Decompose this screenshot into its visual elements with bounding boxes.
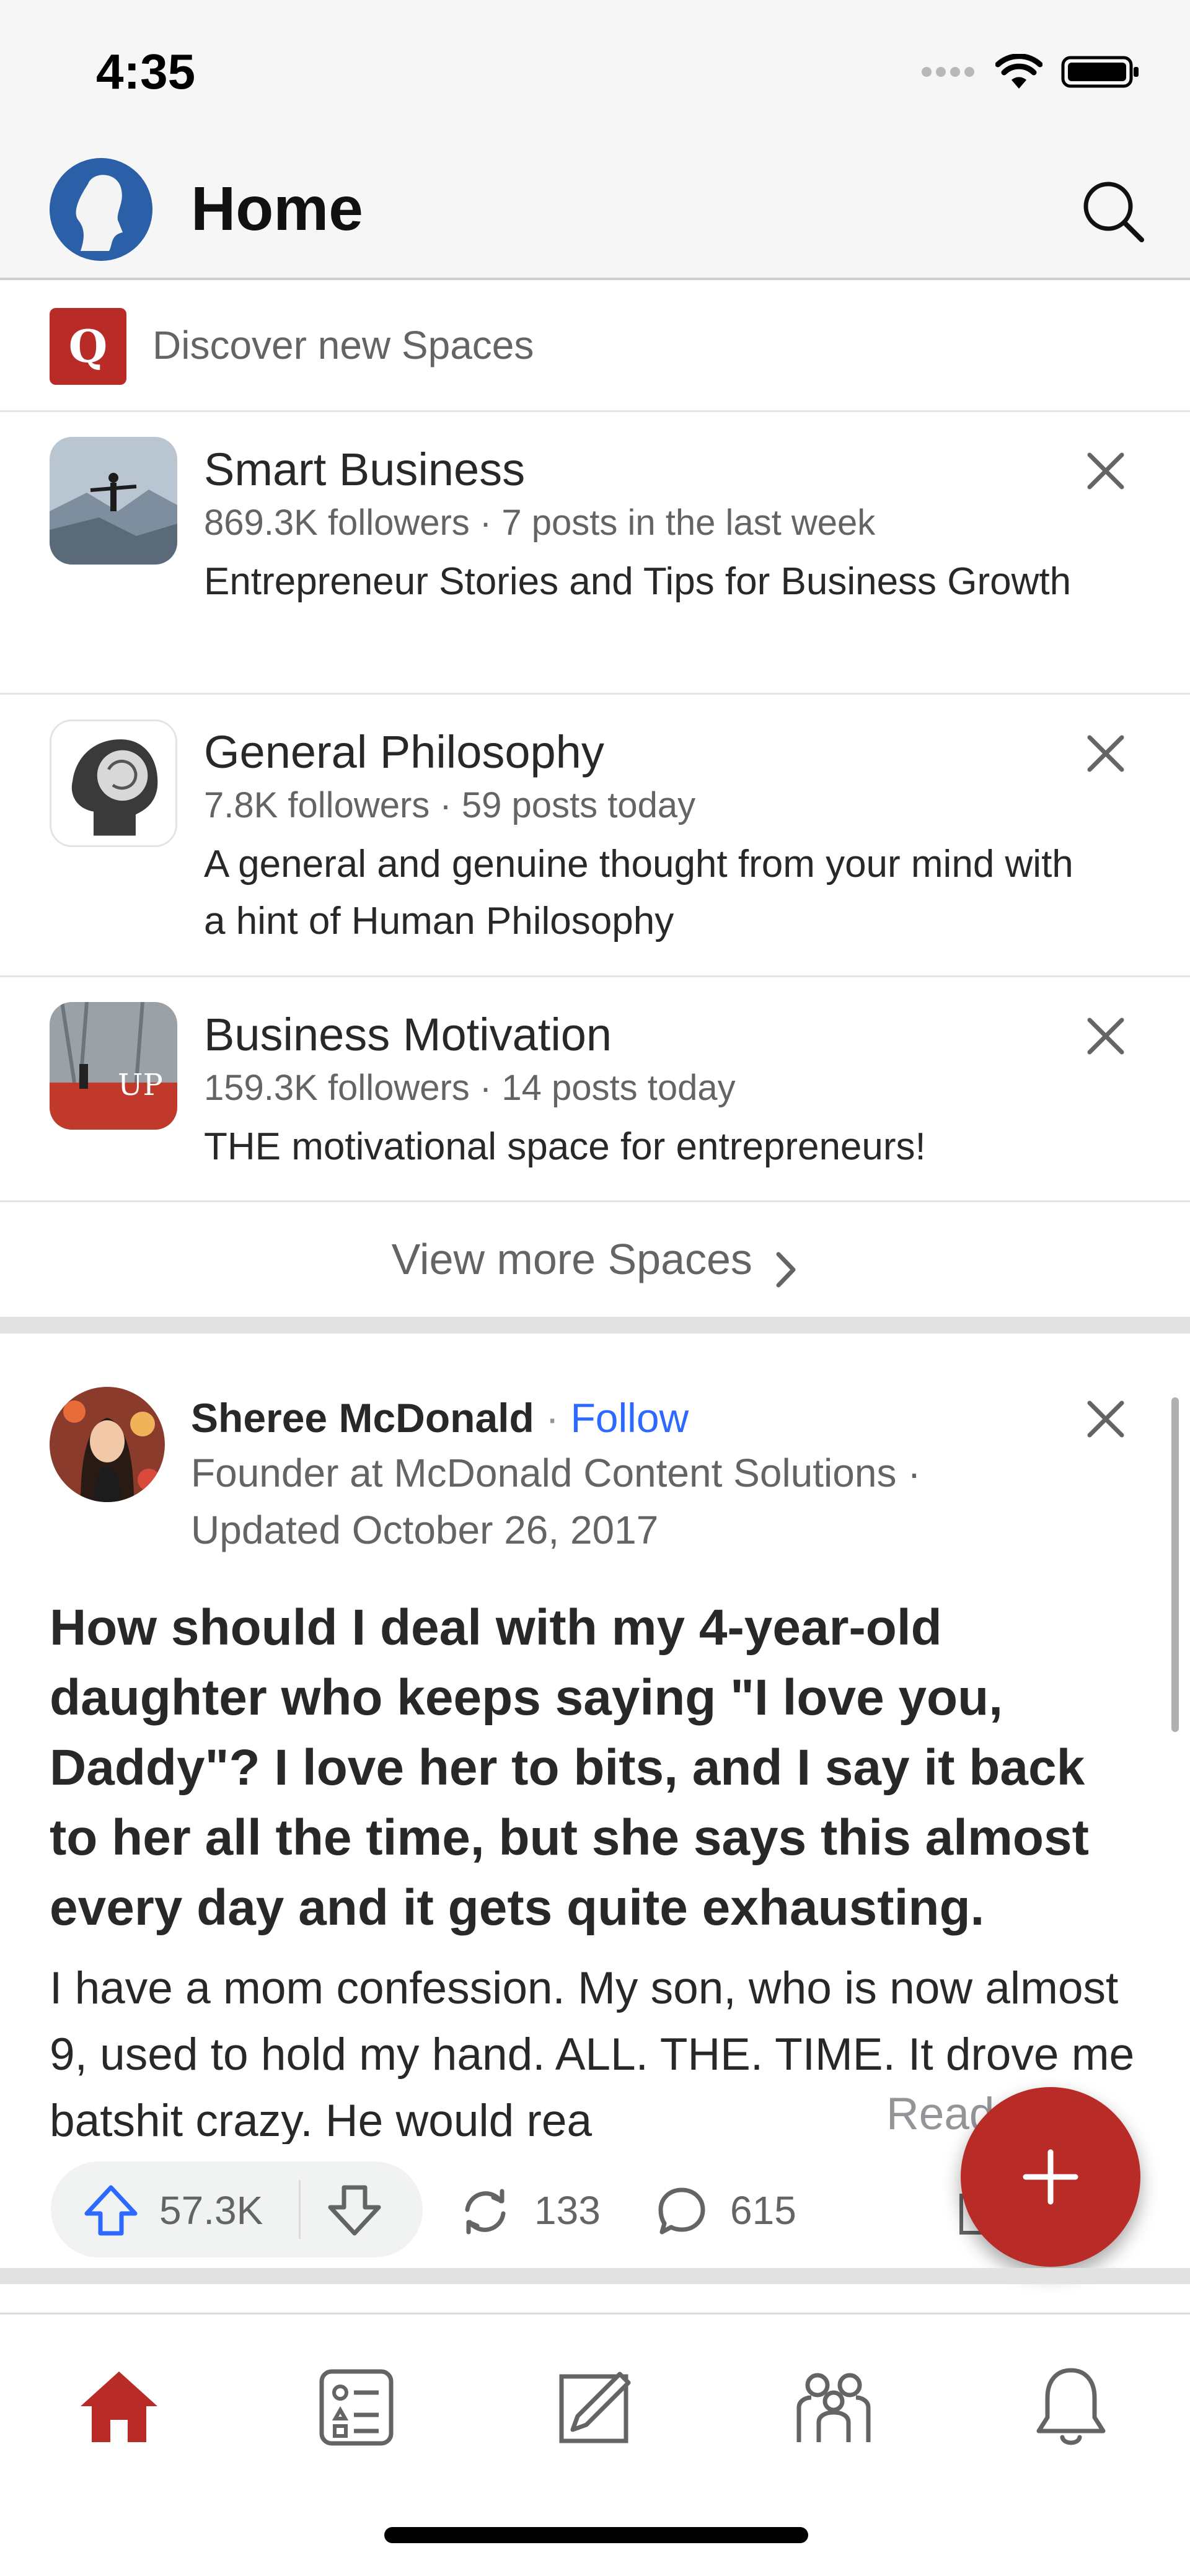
author-line: Sheree McDonald · Follow bbox=[191, 1394, 689, 1441]
separator-dot: · bbox=[534, 1395, 571, 1441]
home-indicator[interactable] bbox=[384, 2527, 808, 2543]
space-description: Entrepreneur Stories and Tips for Busine… bbox=[204, 560, 1072, 603]
upvote-count: 57.3K bbox=[159, 2188, 263, 2233]
signal-icon bbox=[921, 66, 977, 81]
post-updated-date: Updated October 26, 2017 bbox=[191, 1508, 659, 1552]
view-more-spaces-button[interactable]: View more Spaces bbox=[0, 1202, 1190, 1317]
close-icon[interactable] bbox=[1081, 1394, 1130, 1444]
space-thumbnail: UP bbox=[50, 1002, 177, 1130]
space-thumb-text: UP bbox=[118, 1068, 163, 1102]
vote-divider bbox=[299, 2180, 301, 2239]
section-divider bbox=[0, 2268, 1190, 2284]
comment-count: 615 bbox=[730, 2188, 796, 2233]
nav-notifications-icon[interactable] bbox=[1021, 2358, 1121, 2457]
space-description: THE motivational space for entrepreneurs… bbox=[204, 1125, 926, 1168]
discover-spaces-label: Discover new Spaces bbox=[152, 323, 534, 367]
close-icon[interactable] bbox=[1081, 1011, 1130, 1061]
space-item[interactable]: Smart Business 869.3K followers · 7 post… bbox=[0, 412, 1190, 695]
space-description: A general and genuine thought from your … bbox=[204, 843, 1073, 943]
space-meta: 7.8K followers · 59 posts today bbox=[204, 785, 696, 825]
vote-pill: 57.3K bbox=[51, 2161, 423, 2257]
quora-logo-icon: Q bbox=[50, 308, 126, 385]
space-thumbnail bbox=[50, 437, 177, 565]
space-meta: 159.3K followers · 14 posts today bbox=[204, 1068, 736, 1108]
status-bar: 4:35 bbox=[0, 0, 1190, 143]
status-icons bbox=[921, 48, 1140, 98]
space-thumbnail bbox=[50, 719, 177, 847]
page-title: Home bbox=[191, 174, 363, 244]
space-name[interactable]: Business Motivation bbox=[204, 1008, 612, 1061]
wifi-icon bbox=[995, 53, 1043, 93]
scrollbar[interactable] bbox=[1171, 1397, 1179, 1732]
share-icon[interactable] bbox=[457, 2184, 513, 2243]
author-avatar[interactable] bbox=[50, 1387, 165, 1502]
app-header: Home bbox=[0, 143, 1190, 280]
nav-following-icon[interactable] bbox=[307, 2358, 406, 2457]
chevron-right-icon bbox=[774, 1251, 798, 1292]
add-post-button[interactable] bbox=[961, 2087, 1140, 2267]
nav-answer-icon[interactable] bbox=[545, 2358, 645, 2457]
follow-button[interactable]: Follow bbox=[570, 1395, 689, 1441]
nav-home-icon[interactable] bbox=[69, 2358, 169, 2457]
status-time: 4:35 bbox=[96, 44, 196, 99]
author-credential: Founder at McDonald Content Solutions · bbox=[191, 1451, 921, 1495]
battery-icon bbox=[1061, 54, 1140, 93]
view-more-label: View more Spaces bbox=[391, 1235, 752, 1283]
question-title[interactable]: How should I deal with my 4-year-old dau… bbox=[50, 1593, 1128, 1943]
space-name[interactable]: General Philosophy bbox=[204, 726, 604, 778]
close-icon[interactable] bbox=[1081, 729, 1130, 778]
section-divider bbox=[0, 1317, 1190, 1334]
nav-spaces-icon[interactable] bbox=[784, 2358, 883, 2457]
author-name[interactable]: Sheree McDonald bbox=[191, 1395, 534, 1441]
space-name[interactable]: Smart Business bbox=[204, 443, 525, 496]
comment-icon[interactable] bbox=[656, 2185, 708, 2240]
discover-spaces-header[interactable]: Q Discover new Spaces bbox=[0, 280, 1190, 412]
space-item[interactable]: UP Business Motivation 159.3K followers … bbox=[0, 977, 1190, 1202]
search-icon[interactable] bbox=[1078, 177, 1147, 245]
close-icon[interactable] bbox=[1081, 446, 1130, 496]
plus-icon bbox=[1023, 2149, 1078, 2205]
share-count: 133 bbox=[534, 2188, 601, 2233]
profile-avatar[interactable] bbox=[50, 158, 152, 261]
downvote-icon[interactable] bbox=[327, 2184, 382, 2240]
space-item[interactable]: General Philosophy 7.8K followers · 59 p… bbox=[0, 695, 1190, 977]
upvote-icon[interactable] bbox=[83, 2184, 139, 2240]
space-meta: 869.3K followers · 7 posts in the last w… bbox=[204, 503, 876, 543]
